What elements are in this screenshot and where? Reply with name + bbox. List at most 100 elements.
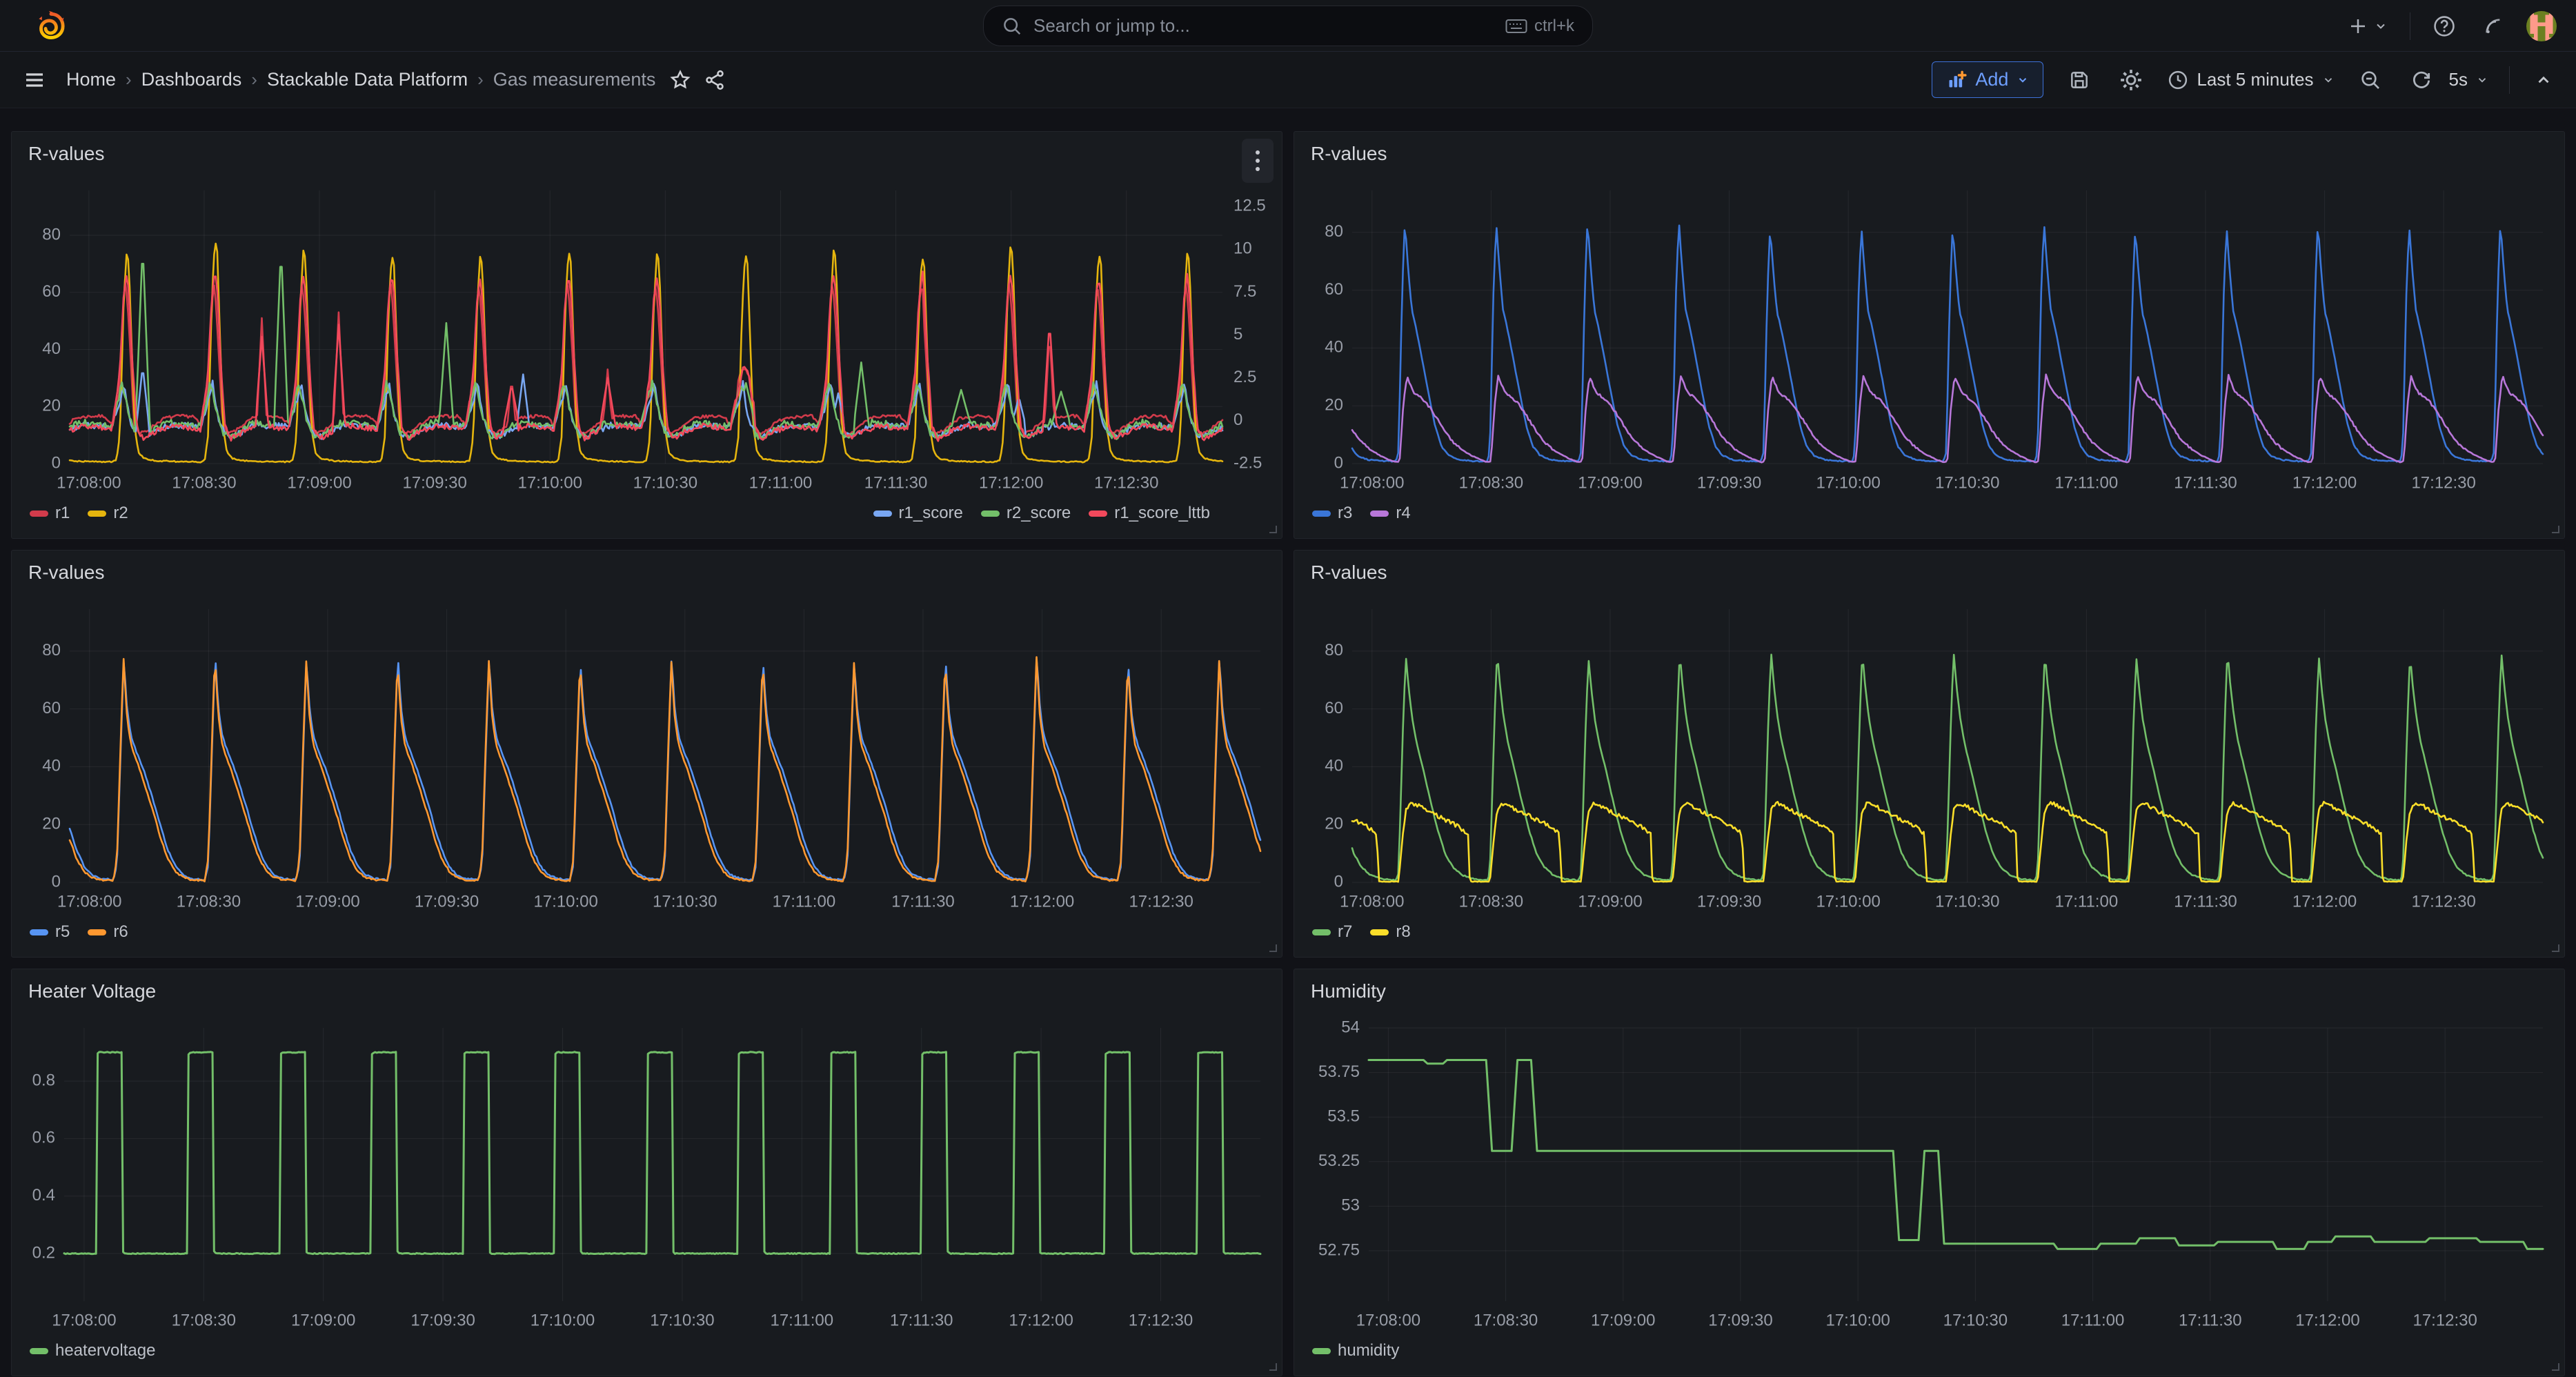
legend-item[interactable]: humidity [1312,1341,1399,1360]
refresh-button[interactable] [2406,65,2437,95]
avatar-identicon [2526,11,2557,41]
legend-item[interactable]: r1 [30,504,70,523]
svg-text:17:10:30: 17:10:30 [1943,1311,2008,1329]
new-menu-button[interactable] [2344,12,2392,41]
svg-text:17:11:30: 17:11:30 [2179,1311,2242,1329]
collapse-toolbar-button[interactable] [2530,67,2557,93]
svg-text:17:12:30: 17:12:30 [2411,892,2475,911]
save-dashboard-button[interactable] [2064,65,2094,95]
legend-series-label: heatervoltage [55,1341,155,1360]
svg-text:17:08:00: 17:08:00 [1340,473,1404,492]
legend-item[interactable]: r2 [88,504,128,523]
svg-text:17:12:00: 17:12:00 [1010,892,1074,911]
user-avatar[interactable] [2526,11,2557,41]
breadcrumb-folder[interactable]: Stackable Data Platform [267,69,468,90]
timeseries-chart[interactable]: 17:08:0017:08:3017:09:0017:09:3017:10:00… [12,132,1283,539]
panel-title[interactable]: R-values [1311,143,1387,165]
svg-text:0.8: 0.8 [32,1071,55,1089]
help-button[interactable] [2428,10,2460,42]
timeseries-chart[interactable]: 17:08:0017:08:3017:09:0017:09:3017:10:00… [1294,132,2566,539]
svg-text:10: 10 [1233,239,1252,258]
legend-item[interactable]: r3 [1312,504,1352,523]
svg-text:17:08:00: 17:08:00 [1340,892,1404,911]
panel-resize-handle[interactable] [2552,1363,2559,1371]
legend-series-chip [1089,511,1107,517]
svg-text:17:11:00: 17:11:00 [2055,892,2119,911]
legend-item[interactable]: r2_score [981,504,1071,523]
legend-series-chip [873,511,892,517]
svg-text:17:11:00: 17:11:00 [770,1311,833,1329]
toolbar-actions: Add [1932,61,2557,98]
time-range-picker[interactable]: Last 5 minutes [2168,69,2334,90]
svg-text:17:12:30: 17:12:30 [2411,473,2475,492]
legend-series-chip [1312,511,1331,517]
breadcrumb-separator: › [251,69,257,90]
svg-text:17:09:30: 17:09:30 [410,1311,475,1329]
panel-title[interactable]: R-values [1311,562,1387,584]
svg-text:53.75: 53.75 [1318,1062,1360,1081]
svg-text:0: 0 [1334,872,1343,891]
breadcrumb-home[interactable]: Home [66,69,116,90]
news-icon [2482,15,2504,37]
legend-item[interactable]: r7 [1312,922,1352,942]
refresh-interval-picker[interactable]: 5s [2449,69,2488,90]
panel-menu-button[interactable] [1242,139,1274,183]
mega-menu-button[interactable] [19,65,50,95]
keyboard-icon [1505,18,1527,34]
search-input[interactable] [1033,15,1494,37]
svg-text:12.5: 12.5 [1233,196,1266,215]
svg-text:2.5: 2.5 [1233,368,1256,386]
legend-series-label: r5 [55,922,70,942]
svg-text:17:10:30: 17:10:30 [633,473,697,492]
dashboard-settings-button[interactable] [2115,64,2147,96]
panel-resize-handle[interactable] [1269,944,1277,952]
legend-item[interactable]: r1_score_lttb [1089,504,1210,523]
panel-resize-handle[interactable] [2552,944,2559,952]
svg-text:17:10:00: 17:10:00 [518,473,582,492]
svg-text:0: 0 [1233,410,1242,429]
breadcrumb-dashboards[interactable]: Dashboards [141,69,242,90]
panel-resize-handle[interactable] [1269,526,1277,533]
svg-text:17:09:00: 17:09:00 [287,473,351,492]
timeseries-chart[interactable]: 17:08:0017:08:3017:09:0017:09:3017:10:00… [12,969,1283,1377]
svg-text:20: 20 [42,397,61,415]
global-search[interactable]: ctrl+k [983,6,1593,46]
timeseries-chart[interactable]: 17:08:0017:08:3017:09:0017:09:3017:10:00… [1294,969,2566,1377]
timeseries-chart[interactable]: 17:08:0017:08:3017:09:0017:09:3017:10:00… [12,551,1283,958]
grafana-logo-icon[interactable] [36,10,66,41]
legend-item[interactable]: r5 [30,922,70,942]
panel-resize-handle[interactable] [1269,1363,1277,1371]
svg-text:17:11:30: 17:11:30 [891,892,955,911]
legend-item[interactable]: r6 [88,922,128,942]
legend-item[interactable]: r8 [1370,922,1410,942]
panel-title[interactable]: Heater Voltage [28,980,156,1002]
svg-text:17:10:00: 17:10:00 [531,1311,595,1329]
zoom-out-button[interactable] [2355,65,2386,95]
news-button[interactable] [2478,11,2508,41]
timeseries-chart[interactable]: 17:08:0017:08:3017:09:0017:09:3017:10:00… [1294,551,2566,958]
legend-item[interactable]: r1_score [873,504,963,523]
favorite-star-button[interactable] [665,65,695,95]
panel-resize-handle[interactable] [2552,526,2559,533]
svg-text:17:10:00: 17:10:00 [1816,473,1880,492]
search-icon [1002,16,1022,37]
share-button[interactable] [700,65,730,95]
svg-text:17:11:30: 17:11:30 [864,473,928,492]
panel-title[interactable]: R-values [28,143,104,165]
panel-title[interactable]: R-values [28,562,104,584]
svg-text:-2.5: -2.5 [1233,453,1262,472]
svg-text:17:11:30: 17:11:30 [2174,473,2237,492]
svg-text:17:10:00: 17:10:00 [533,892,597,911]
panel-title[interactable]: Humidity [1311,980,1386,1002]
legend-item[interactable]: heatervoltage [30,1341,155,1360]
panel-humidity: 17:08:0017:08:3017:09:0017:09:3017:10:00… [1294,969,2565,1376]
svg-text:17:12:30: 17:12:30 [1094,473,1158,492]
legend-item[interactable]: r4 [1370,504,1410,523]
star-icon [669,69,691,91]
panel-rvalues-1: 17:08:0017:08:3017:09:0017:09:3017:10:00… [11,131,1282,539]
save-icon [2068,69,2090,91]
add-panel-button[interactable]: Add [1932,61,2043,98]
legend-series-label: r8 [1396,922,1410,942]
clock-icon [2168,70,2188,90]
svg-text:0: 0 [52,453,61,472]
